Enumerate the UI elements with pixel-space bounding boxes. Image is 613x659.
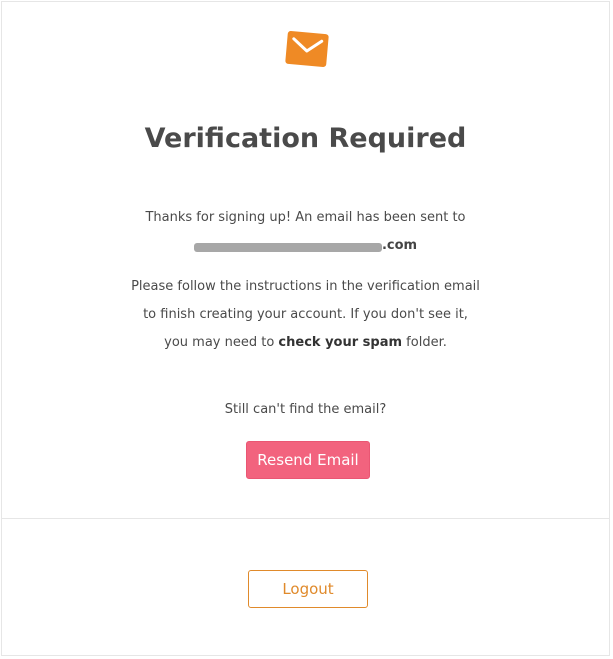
email-sent-message: Thanks for signing up! An email has been… [2, 204, 609, 263]
resend-email-button[interactable]: Resend Email [246, 441, 370, 479]
check-spam-emphasis: check your spam [278, 335, 403, 350]
instructions-line-2: to finish creating your account. If you … [143, 307, 468, 322]
page-title: Verification Required [144, 123, 467, 154]
logout-button[interactable]: Logout [248, 570, 368, 608]
email-address: .com [2, 232, 609, 263]
still-cant-find-text: Still can't find the email? [224, 402, 387, 417]
verification-main-section: Verification Required Thanks for signing… [2, 2, 609, 519]
instructions-line-3-prefix: you may need to [164, 335, 279, 350]
mail-envelope-icon [285, 31, 329, 67]
instructions-line-1: Please follow the instructions in the ve… [131, 279, 480, 294]
instructions-message: Please follow the instructions in the ve… [2, 273, 609, 357]
instructions-line-3-suffix: folder. [402, 335, 447, 350]
verification-card: Verification Required Thanks for signing… [1, 1, 610, 656]
email-sent-text: Thanks for signing up! An email has been… [145, 210, 466, 225]
redacted-email-mask [193, 242, 382, 252]
instructions-line-3: you may need to check your spam folder. [2, 329, 609, 357]
email-domain-suffix: .com [381, 238, 418, 253]
